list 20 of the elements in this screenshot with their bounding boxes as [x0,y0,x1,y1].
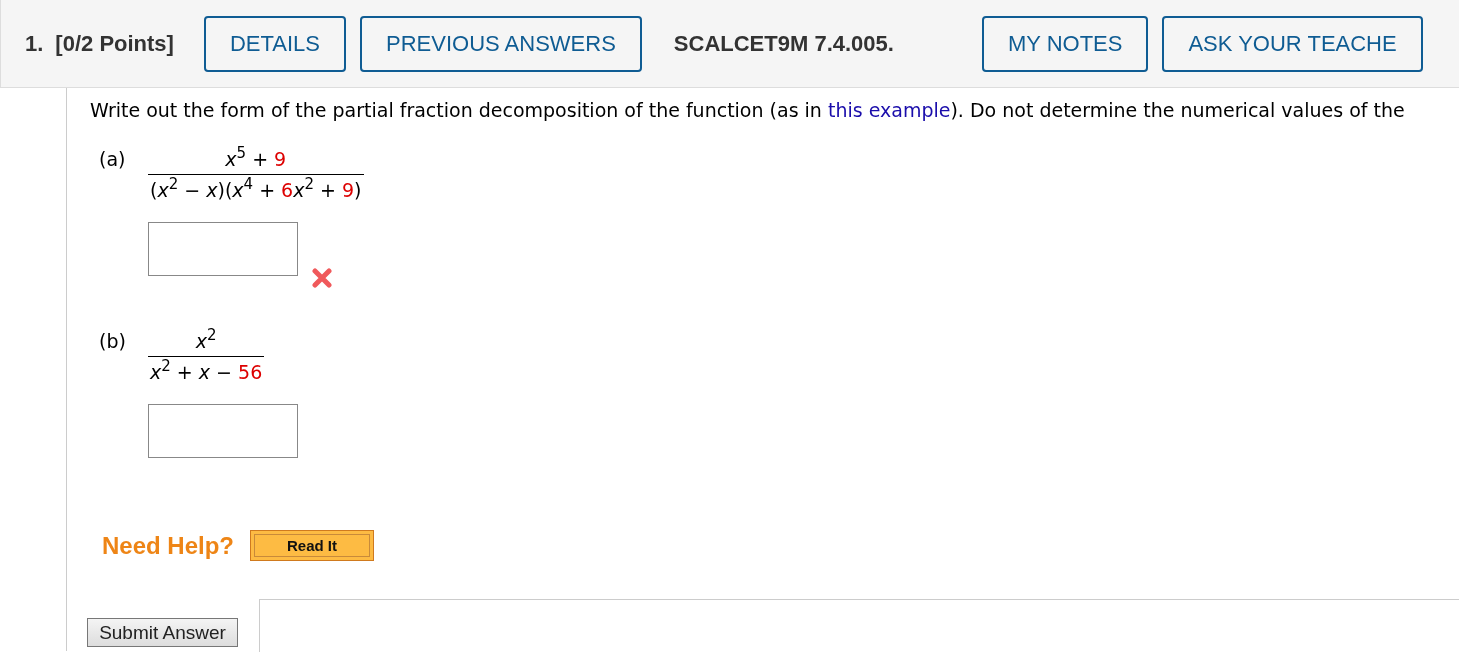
answer-field[interactable] [148,222,298,276]
read-it-button[interactable]: Read It [250,530,375,561]
answer-field[interactable] [148,404,298,458]
part-label: (b) [98,329,126,354]
header-button[interactable]: PREVIOUS ANSWERS [360,15,642,72]
points-label: [0/2 Points] [55,30,174,57]
part-label: (a) [98,147,126,172]
header-button[interactable]: MY NOTES [981,15,1149,72]
question-code: SCALCET9M 7.4.005. [673,30,894,57]
example-link[interactable]: this example [827,99,951,121]
question-number: 1. [25,30,44,57]
instruction-text: Write out the form of the partial fraction decomposition of the function (as in this example). Do not determine the numerical values of the [89,98,1406,122]
fraction-denominator: x$^{2}$ + x − 56 [149,357,264,385]
fraction-numerator: x$^{2}$ [148,326,265,357]
submit-answer-button[interactable]: Submit Answer [87,618,238,647]
header-button[interactable]: DETAILS [203,15,346,72]
fraction-denominator: (x$^{2}$ − x)(x$^{4}$ + 6x$^{2}$ + 9) [149,175,363,203]
header-button[interactable]: ASK YOUR TEACHE [1162,15,1423,72]
fraction-numerator: x$^{5}$ + 9 [148,144,364,175]
need-help-label: Need Help? [102,531,235,560]
